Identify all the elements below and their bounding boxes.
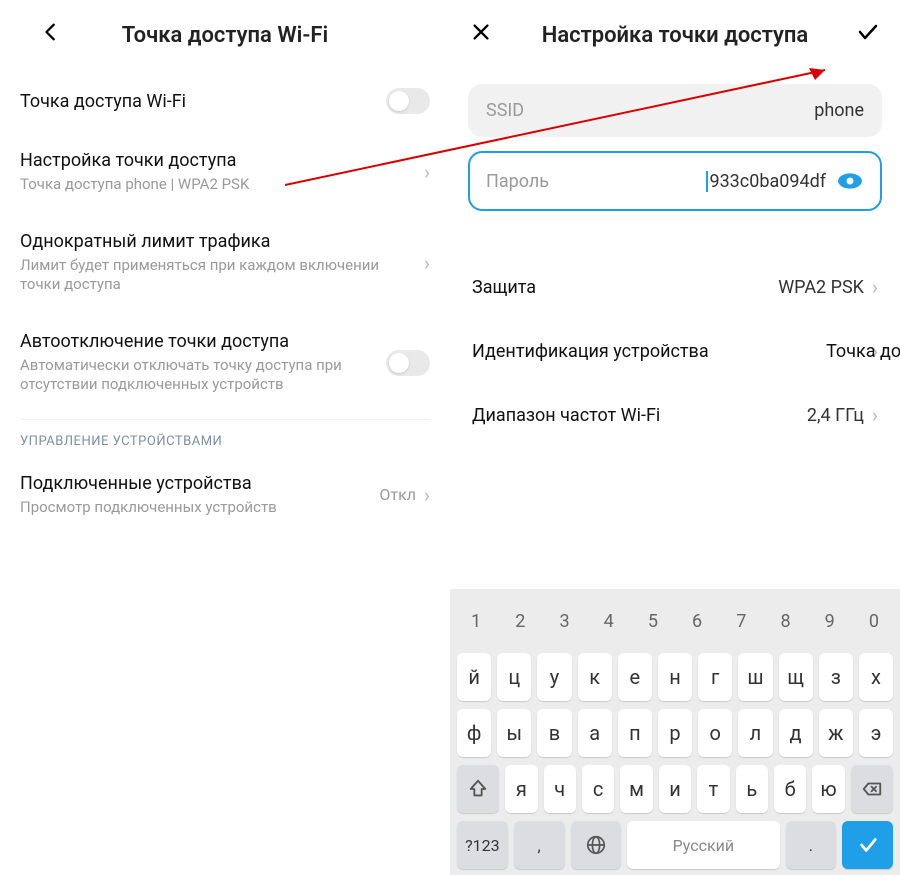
key-number[interactable]: 6 bbox=[678, 597, 716, 645]
row-identification[interactable]: Идентификация устройства Точка доступа › bbox=[450, 319, 900, 383]
row-connected-devices[interactable]: Подключенные устройства Просмотр подключ… bbox=[20, 455, 430, 536]
password-field[interactable]: Пароль 933c0ba094df bbox=[468, 151, 882, 211]
ident-value: Точка доступа bbox=[826, 341, 900, 362]
key-letter[interactable]: щ bbox=[779, 653, 813, 701]
limit-subtitle: Лимит будет применяться при каждом включ… bbox=[20, 256, 416, 295]
limit-title: Однократный лимит трафика bbox=[20, 231, 416, 252]
page-title: Точка доступа Wi-Fi bbox=[68, 23, 382, 48]
ssid-label: SSID bbox=[486, 100, 814, 121]
right-header: Настройка точки доступа bbox=[450, 0, 900, 70]
chevron-right-icon: › bbox=[424, 160, 430, 184]
key-letter[interactable]: ю bbox=[812, 765, 844, 813]
key-letter[interactable]: й bbox=[457, 653, 491, 701]
confirm-icon[interactable] bbox=[852, 20, 880, 50]
key-letter[interactable]: е bbox=[618, 653, 652, 701]
chevron-right-icon: › bbox=[872, 275, 878, 299]
chevron-right-icon: › bbox=[872, 403, 878, 427]
on-screen-keyboard: 1234567890 йцукенгшщзх фывапролджэ ячсми… bbox=[450, 589, 900, 875]
key-letter[interactable]: з bbox=[819, 653, 853, 701]
band-label: Диапазон частот Wi-Fi bbox=[472, 405, 807, 426]
key-number[interactable]: 9 bbox=[811, 597, 849, 645]
security-value: WPA2 PSK bbox=[778, 277, 864, 298]
key-letter[interactable]: м bbox=[620, 765, 652, 813]
key-number[interactable]: 2 bbox=[501, 597, 539, 645]
key-letter[interactable]: о bbox=[698, 709, 732, 757]
key-letter[interactable]: э bbox=[859, 709, 893, 757]
key-letter[interactable]: с bbox=[582, 765, 614, 813]
key-letter[interactable]: х bbox=[859, 653, 893, 701]
comma-key[interactable]: , bbox=[514, 821, 565, 869]
divider bbox=[20, 419, 430, 420]
key-number[interactable]: 7 bbox=[722, 597, 760, 645]
key-letter[interactable]: а bbox=[578, 709, 612, 757]
hotspot-settings-screen: Точка доступа Wi-Fi Точка доступа Wi-Fi … bbox=[0, 0, 450, 875]
row-traffic-limit[interactable]: Однократный лимит трафика Лимит будет пр… bbox=[20, 213, 430, 313]
auto-off-toggle-switch[interactable] bbox=[386, 350, 430, 376]
key-letter[interactable]: г bbox=[698, 653, 732, 701]
key-letter[interactable]: ф bbox=[457, 709, 491, 757]
key-letter[interactable]: б bbox=[774, 765, 806, 813]
row-setup-hotspot[interactable]: Настройка точки доступа Точка доступа ph… bbox=[20, 132, 430, 213]
globe-key-icon[interactable] bbox=[571, 821, 622, 869]
ssid-field[interactable]: SSID phone bbox=[468, 84, 882, 137]
key-letter[interactable]: ь bbox=[736, 765, 768, 813]
row-security[interactable]: Защита WPA2 PSK › bbox=[450, 255, 900, 319]
password-label: Пароль bbox=[486, 171, 706, 192]
key-letter[interactable]: я bbox=[505, 765, 537, 813]
key-letter[interactable]: ш bbox=[738, 653, 772, 701]
key-letter[interactable]: р bbox=[658, 709, 692, 757]
key-letter[interactable]: ц bbox=[497, 653, 531, 701]
chevron-right-icon: › bbox=[424, 483, 430, 507]
backspace-key-icon[interactable] bbox=[851, 765, 893, 813]
key-number[interactable]: 5 bbox=[634, 597, 672, 645]
key-number[interactable]: 4 bbox=[590, 597, 628, 645]
key-number[interactable]: 0 bbox=[855, 597, 893, 645]
key-letter[interactable]: п bbox=[618, 709, 652, 757]
page-title: Настройка точки доступа bbox=[498, 23, 852, 48]
section-header: УПРАВЛЕНИЕ УСТРОЙСТВАМИ bbox=[20, 434, 430, 449]
enter-key-icon[interactable] bbox=[842, 821, 893, 869]
key-letter[interactable]: у bbox=[537, 653, 571, 701]
back-icon[interactable] bbox=[40, 21, 68, 49]
password-value: 933c0ba094df bbox=[706, 171, 826, 192]
key-letter[interactable]: ы bbox=[497, 709, 531, 757]
row-auto-off[interactable]: Автоотключение точки доступа Автоматичес… bbox=[20, 313, 430, 413]
hotspot-toggle-switch[interactable] bbox=[386, 88, 430, 114]
left-header: Точка доступа Wi-Fi bbox=[20, 0, 430, 70]
ssid-value: phone bbox=[814, 100, 864, 121]
space-key[interactable]: Русский bbox=[627, 821, 779, 869]
key-letter[interactable]: и bbox=[659, 765, 691, 813]
hotspot-setup-screen: Настройка точки доступа SSID phone Парол… bbox=[450, 0, 900, 875]
symbols-key[interactable]: ?123 bbox=[457, 821, 508, 869]
shift-key-icon[interactable] bbox=[457, 765, 499, 813]
ident-label: Идентификация устройства Точка доступа bbox=[472, 341, 864, 362]
eye-icon[interactable] bbox=[836, 167, 864, 195]
key-number[interactable]: 3 bbox=[545, 597, 583, 645]
devices-subtitle: Просмотр подключенных устройств bbox=[20, 498, 379, 518]
band-value: 2,4 ГГц bbox=[807, 405, 864, 426]
security-label: Защита bbox=[472, 277, 778, 298]
auto-off-title: Автоотключение точки доступа bbox=[20, 331, 386, 352]
devices-value: Откл bbox=[379, 485, 416, 504]
row-band[interactable]: Диапазон частот Wi-Fi 2,4 ГГц › bbox=[450, 383, 900, 447]
row-hotspot-toggle[interactable]: Точка доступа Wi-Fi bbox=[20, 70, 430, 132]
auto-off-subtitle: Автоматически отключать точку доступа пр… bbox=[20, 356, 386, 395]
close-icon[interactable] bbox=[470, 21, 498, 49]
period-key[interactable]: . bbox=[786, 821, 837, 869]
key-number[interactable]: 1 bbox=[457, 597, 495, 645]
key-letter[interactable]: к bbox=[578, 653, 612, 701]
setup-subtitle: Точка доступа phone | WPA2 PSK bbox=[20, 175, 416, 195]
devices-title: Подключенные устройства bbox=[20, 473, 379, 494]
key-letter[interactable]: л bbox=[738, 709, 772, 757]
key-letter[interactable]: т bbox=[697, 765, 729, 813]
hotspot-toggle-label: Точка доступа Wi-Fi bbox=[20, 91, 386, 112]
key-letter[interactable]: ж bbox=[819, 709, 853, 757]
setup-title: Настройка точки доступа bbox=[20, 150, 416, 171]
key-letter[interactable]: ч bbox=[544, 765, 576, 813]
key-letter[interactable]: н bbox=[658, 653, 692, 701]
key-letter[interactable]: д bbox=[779, 709, 813, 757]
chevron-right-icon: › bbox=[424, 251, 430, 275]
key-number[interactable]: 8 bbox=[766, 597, 804, 645]
key-letter[interactable]: в bbox=[537, 709, 571, 757]
